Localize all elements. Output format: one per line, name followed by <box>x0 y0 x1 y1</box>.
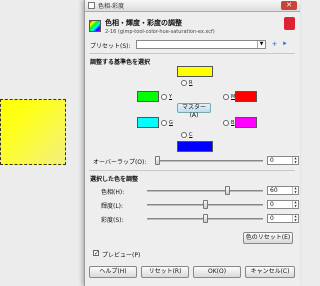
radio-r-label: R <box>189 80 193 86</box>
image-canvas[interactable] <box>0 0 92 286</box>
preview-label: プレビュー(P) <box>102 252 141 259</box>
radio-m[interactable] <box>223 94 229 100</box>
hue-label: 色相(H): <box>101 189 125 196</box>
lightness-value: 0 <box>270 201 274 208</box>
help-button[interactable]: ヘルプ(H) <box>89 266 137 278</box>
lightness-spin[interactable]: 0 ▲ ▼ <box>267 200 299 209</box>
presets-combo[interactable]: ▼ <box>136 40 266 49</box>
cancel-button[interactable]: キャンセル(C) <box>245 266 295 278</box>
presets-label: プリセット(S): <box>90 43 131 50</box>
radio-y[interactable] <box>161 94 167 100</box>
radio-b-label: B <box>231 120 235 126</box>
chevron-down-icon[interactable]: ▼ <box>257 41 265 48</box>
dialog-header: 色相・輝度・彩度の調整 2-16 (gimp-tool-color-hue-sa… <box>85 12 300 40</box>
lightness-slider-handle[interactable] <box>203 200 208 209</box>
saturation-label: 彩度(S): <box>101 217 124 224</box>
saturation-spin[interactable]: 0 ▲ ▼ <box>267 214 299 223</box>
lightness-label: 輝度(L): <box>101 203 124 210</box>
radio-y-label: Y <box>169 94 173 100</box>
overlap-value: 0 <box>270 157 274 164</box>
dialog-subtitle: 2-16 (gimp-tool-color-hue-saturation-ex.… <box>105 28 215 35</box>
hue-value: 60 <box>270 187 278 194</box>
separator <box>89 170 295 171</box>
hue-saturation-icon <box>89 20 101 32</box>
title-bar: 色相-彩度 ✕ <box>85 0 300 12</box>
radio-c-label: C <box>189 132 193 138</box>
radio-b[interactable] <box>223 120 229 126</box>
radio-r[interactable] <box>181 80 187 86</box>
radio-g-label: G <box>169 120 173 126</box>
yellow-selection[interactable] <box>0 99 66 165</box>
cyan-swatch <box>137 117 159 128</box>
spin-arrows-icon[interactable]: ▲ ▼ <box>292 156 298 164</box>
image-thumbnail-icon <box>284 17 295 30</box>
hue-slider[interactable] <box>147 190 263 192</box>
spin-arrows-icon[interactable]: ▲ ▼ <box>292 200 298 208</box>
overlap-slider-handle[interactable] <box>155 156 160 165</box>
hue-spin[interactable]: 60 ▲ ▼ <box>267 186 299 195</box>
radio-g[interactable] <box>161 120 167 126</box>
close-button[interactable]: ✕ <box>281 1 297 10</box>
add-preset-icon[interactable]: + <box>271 41 278 48</box>
yellow-swatch <box>177 66 213 77</box>
reset-button[interactable]: リセット(R) <box>141 266 189 278</box>
spin-arrows-icon[interactable]: ▲ ▼ <box>292 186 298 194</box>
spin-arrows-icon[interactable]: ▲ ▼ <box>292 214 298 222</box>
overlap-slider[interactable] <box>155 160 263 162</box>
magenta-swatch <box>235 117 257 128</box>
preset-menu-icon[interactable]: ⯈ <box>281 41 288 48</box>
hue-saturation-dialog: 色相-彩度 ✕ 色相・輝度・彩度の調整 2-16 (gimp-tool-colo… <box>84 0 300 286</box>
adjust-section-label: 選択した色を調整 <box>90 176 139 183</box>
app-icon <box>88 2 95 9</box>
blue-swatch <box>177 141 213 152</box>
separator <box>89 53 295 54</box>
radio-c[interactable] <box>181 132 187 138</box>
dialog-title: 色相・輝度・彩度の調整 <box>105 18 182 27</box>
overlap-label: オーバーラップ(O): <box>93 159 147 166</box>
reset-color-button[interactable]: 色のリセット(E) <box>243 232 293 244</box>
ok-button[interactable]: OK(O) <box>193 266 241 278</box>
saturation-slider-handle[interactable] <box>203 214 208 223</box>
preview-checkbox[interactable]: ✓ <box>93 250 99 257</box>
red-swatch <box>235 91 257 102</box>
hue-slider-handle[interactable] <box>225 186 230 195</box>
window-title: 色相-彩度 <box>98 3 125 10</box>
overlap-spin[interactable]: 0 ▲ ▼ <box>267 156 299 165</box>
master-button[interactable]: マスター(A) <box>177 103 211 119</box>
saturation-value: 0 <box>270 215 274 222</box>
primary-color-section-label: 調整する基準色を選択 <box>90 59 151 66</box>
green-swatch <box>137 91 159 102</box>
